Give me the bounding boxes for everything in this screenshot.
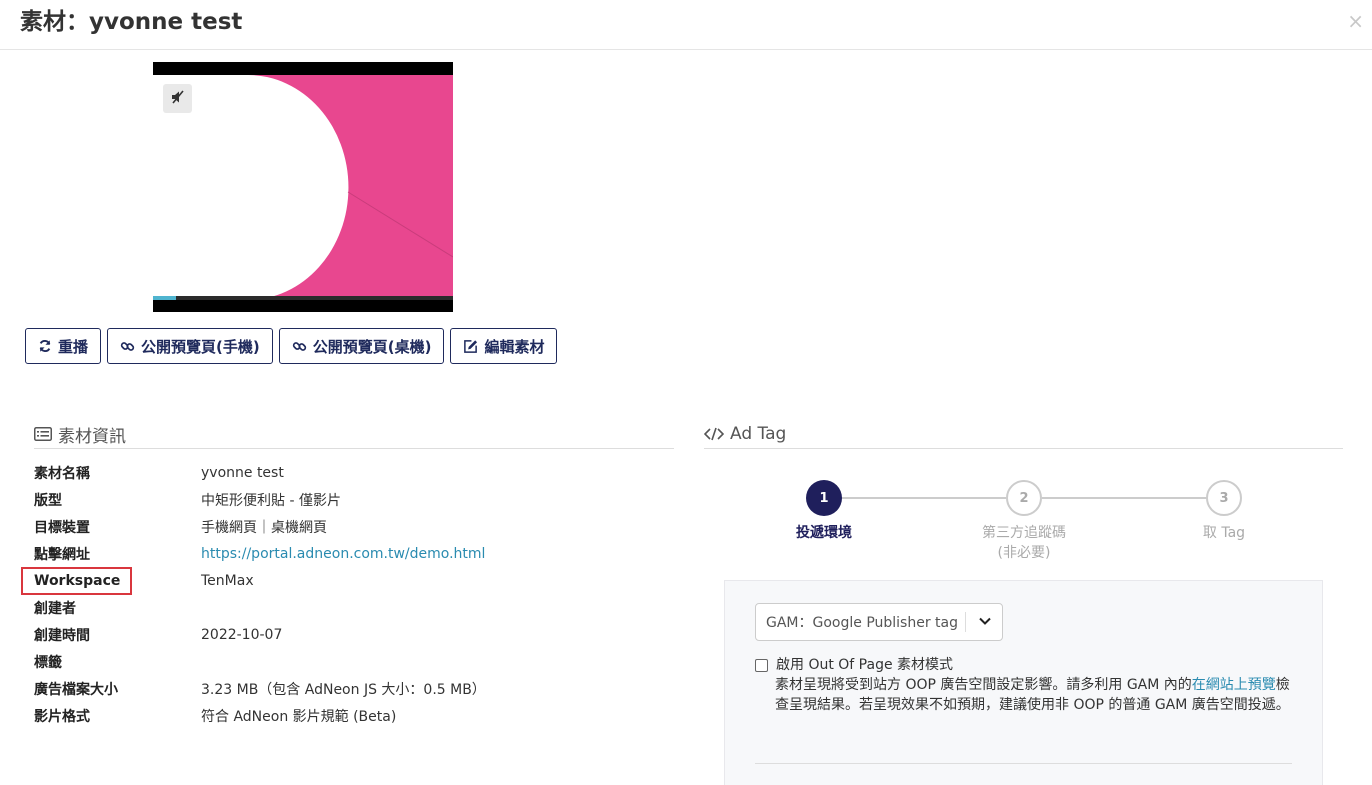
info-label: 版型 — [34, 492, 62, 509]
info-row-click-url: 點擊網址 https://portal.adneon.com.tw/demo.h… — [34, 540, 486, 567]
chevron-down-icon[interactable] — [978, 614, 992, 628]
info-label: 創建者 — [34, 600, 76, 617]
preview-on-site-link[interactable]: 在網站上預覽 — [1192, 677, 1276, 693]
info-value: TenMax — [201, 572, 254, 589]
info-row-workspace: Workspace TenMax — [21, 567, 486, 595]
publisher-tag-select[interactable]: GAM：Google Publisher tag — [755, 603, 1003, 641]
info-row-name: 素材名稱 yvonne test — [34, 459, 486, 486]
select-separator — [965, 612, 966, 632]
ad-tag-title: Ad Tag — [730, 424, 787, 444]
public-preview-mobile-label: 公開預覽頁(手機) — [141, 337, 260, 356]
link-icon — [292, 339, 307, 354]
step-number: 1 — [806, 480, 842, 516]
info-row-file-size: 廣告檔案大小 3.23 MB（包含 AdNeon JS 大小：0.5 MB） — [34, 675, 486, 702]
info-value: 2022-10-07 — [201, 626, 283, 643]
edit-creative-label: 編輯素材 — [484, 337, 545, 356]
video-progress-fill — [153, 296, 176, 300]
creative-info-title: 素材資訊 — [58, 426, 126, 447]
info-row-created-time: 創建時間 2022-10-07 — [34, 621, 486, 648]
step-label: 投遞環境 — [796, 525, 852, 541]
oop-desc-text: 素材呈現將受到站方 OOP 廣告空間設定影響。請多利用 GAM 內的 — [775, 677, 1192, 693]
step-number: 3 — [1206, 480, 1242, 516]
public-preview-desktop-label: 公開預覽頁(桌機) — [312, 337, 432, 356]
info-row-target-device: 目標裝置 手機網頁｜桌機網頁 — [34, 513, 486, 540]
step-sublabel: (非必要) — [997, 545, 1051, 561]
creative-info-table: 素材名稱 yvonne test 版型 中矩形便利貼 - 僅影片 目標裝置 手機… — [21, 459, 486, 729]
step-get-tag[interactable]: 3 取 Tag — [1144, 480, 1304, 543]
modal-header: 素材：yvonne test × — [0, 0, 1372, 50]
info-label: 影片格式 — [34, 708, 90, 725]
oop-checkbox-row: 啟用 Out Of Page 素材模式 — [755, 655, 1295, 675]
link-icon — [120, 339, 135, 354]
replay-button-label: 重播 — [58, 337, 89, 356]
info-label: 創建時間 — [34, 627, 90, 644]
info-label: 素材名稱 — [34, 465, 90, 482]
oop-checkbox-label: 啟用 Out Of Page 素材模式 — [776, 657, 954, 673]
video-frame-graphic — [153, 62, 453, 312]
ad-tag-heading: Ad Tag — [704, 424, 1343, 449]
step-third-party-tracking[interactable]: 2 第三方追蹤碼 (非必要) — [944, 480, 1104, 563]
info-label: 目標裝置 — [34, 519, 90, 536]
info-value: 3.23 MB（包含 AdNeon JS 大小：0.5 MB） — [201, 681, 486, 698]
edit-creative-button[interactable]: 編輯素材 — [450, 328, 558, 364]
list-card-icon — [34, 427, 52, 441]
oop-option: 啟用 Out Of Page 素材模式 素材呈現將受到站方 OOP 廣告空間設定… — [755, 655, 1295, 715]
info-value: 符合 AdNeon 影片規範 (Beta) — [201, 708, 397, 725]
mute-speaker-icon — [170, 89, 186, 109]
public-preview-desktop-button[interactable]: 公開預覽頁(桌機) — [278, 328, 445, 364]
modal-title: 素材：yvonne test — [20, 9, 243, 35]
replay-button[interactable]: 重播 — [25, 328, 102, 364]
info-row-video-format: 影片格式 符合 AdNeon 影片規範 (Beta) — [34, 702, 486, 729]
action-toolbar: 重播 公開預覽頁(手機) 公開預覽頁(桌機) 編輯素材 — [25, 328, 563, 364]
info-value: 中矩形便利貼 - 僅影片 — [201, 492, 341, 509]
video-progress-bar[interactable] — [153, 296, 453, 300]
step-label: 取 Tag — [1202, 525, 1246, 541]
select-value: GAM：Google Publisher tag — [766, 615, 959, 631]
info-label: 點擊網址 — [34, 546, 90, 563]
info-label: 廣告檔案大小 — [34, 681, 118, 698]
step-delivery-environment[interactable]: 1 投遞環境 — [744, 480, 904, 543]
close-icon[interactable]: × — [1347, 10, 1364, 32]
public-preview-mobile-button[interactable]: 公開預覽頁(手機) — [107, 328, 273, 364]
creative-info-heading: 素材資訊 — [34, 425, 674, 449]
edit-icon — [463, 339, 478, 354]
oop-checkbox[interactable] — [755, 658, 768, 672]
info-row-format: 版型 中矩形便利貼 - 僅影片 — [34, 486, 486, 513]
oop-description: 素材呈現將受到站方 OOP 廣告空間設定影響。請多利用 GAM 內的在網站上預覽… — [755, 675, 1295, 715]
info-row-tags: 標籤 — [34, 648, 486, 675]
info-value: 手機網頁｜桌機網頁 — [201, 519, 327, 536]
info-row-creator: 創建者 — [34, 594, 486, 621]
code-icon — [704, 427, 724, 441]
step-label: 第三方追蹤碼 — [982, 525, 1066, 541]
workspace-highlight-box — [21, 567, 132, 595]
info-label: 標籤 — [34, 654, 62, 671]
step-number: 2 — [1006, 480, 1042, 516]
mute-button[interactable] — [163, 84, 192, 113]
refresh-icon — [38, 339, 52, 353]
ad-tag-stepper: 1 投遞環境 2 第三方追蹤碼 (非必要) 3 取 Tag — [724, 480, 1324, 563]
delivery-environment-panel: GAM：Google Publisher tag 啟用 Out Of Page … — [724, 580, 1323, 785]
click-url-link[interactable]: https://portal.adneon.com.tw/demo.html — [201, 546, 485, 562]
info-value: yvonne test — [201, 464, 284, 481]
panel-divider — [755, 763, 1292, 764]
ad-preview-video[interactable] — [153, 62, 453, 312]
